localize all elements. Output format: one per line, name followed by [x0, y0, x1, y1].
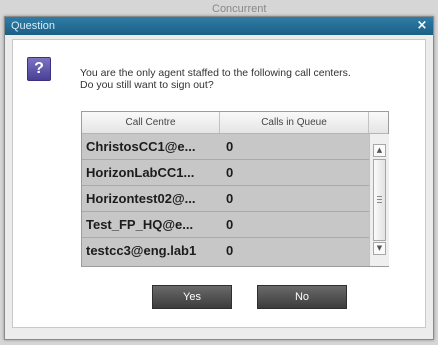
close-icon[interactable]: × [415, 19, 429, 33]
column-header-spacer [369, 112, 388, 133]
table-row[interactable]: Horizontest02@... 0 [82, 186, 369, 212]
column-header-call-centre[interactable]: Call Centre [82, 112, 220, 133]
message-line: You are the only agent staffed to the fo… [80, 67, 351, 79]
dialog-titlebar[interactable]: Question × [5, 17, 433, 35]
call-centre-table: Call Centre Calls in Queue ChristosCC1@e… [81, 111, 389, 267]
table-row[interactable]: testcc3@eng.lab1 0 [82, 238, 369, 266]
table-header: Call Centre Calls in Queue [82, 112, 388, 134]
calls-in-queue: 0 [226, 217, 234, 232]
table-body: ChristosCC1@e... 0 HorizonLabCC1... 0 Ho… [82, 134, 369, 266]
call-centre-name: Test_FP_HQ@e... [86, 217, 194, 232]
question-icon: ? [27, 57, 51, 81]
question-dialog: Question × ? You are the only agent staf… [4, 16, 434, 340]
column-header-calls-in-queue[interactable]: Calls in Queue [220, 112, 369, 133]
grip-line [377, 202, 382, 203]
calls-in-queue: 0 [226, 243, 234, 258]
scroll-down-arrow-icon[interactable]: ▼ [373, 242, 386, 255]
message-line: Do you still want to sign out? [80, 79, 214, 91]
scrollbar-thumb[interactable] [373, 159, 386, 241]
grip-line [377, 199, 382, 200]
calls-in-queue: 0 [226, 191, 234, 206]
table-row[interactable]: ChristosCC1@e... 0 [82, 134, 369, 160]
table-scrollbar[interactable]: ▲ ▼ [369, 134, 389, 266]
table-row[interactable]: HorizonLabCC1... 0 [82, 160, 369, 186]
call-centre-name: HorizonLabCC1... [86, 165, 195, 180]
yes-button[interactable]: Yes [152, 285, 232, 309]
table-row[interactable]: Test_FP_HQ@e... 0 [82, 212, 369, 238]
call-centre-name: testcc3@eng.lab1 [86, 243, 197, 258]
no-button[interactable]: No [257, 285, 347, 309]
dialog-title: Question [11, 20, 56, 32]
call-centre-name: Horizontest02@... [86, 191, 196, 206]
scroll-up-arrow-icon[interactable]: ▲ [373, 144, 386, 157]
calls-in-queue: 0 [226, 139, 234, 154]
call-centre-name: ChristosCC1@e... [86, 139, 196, 154]
calls-in-queue: 0 [226, 165, 234, 180]
dialog-message: You are the only agent staffed to the fo… [80, 67, 430, 91]
grip-line [377, 196, 382, 197]
